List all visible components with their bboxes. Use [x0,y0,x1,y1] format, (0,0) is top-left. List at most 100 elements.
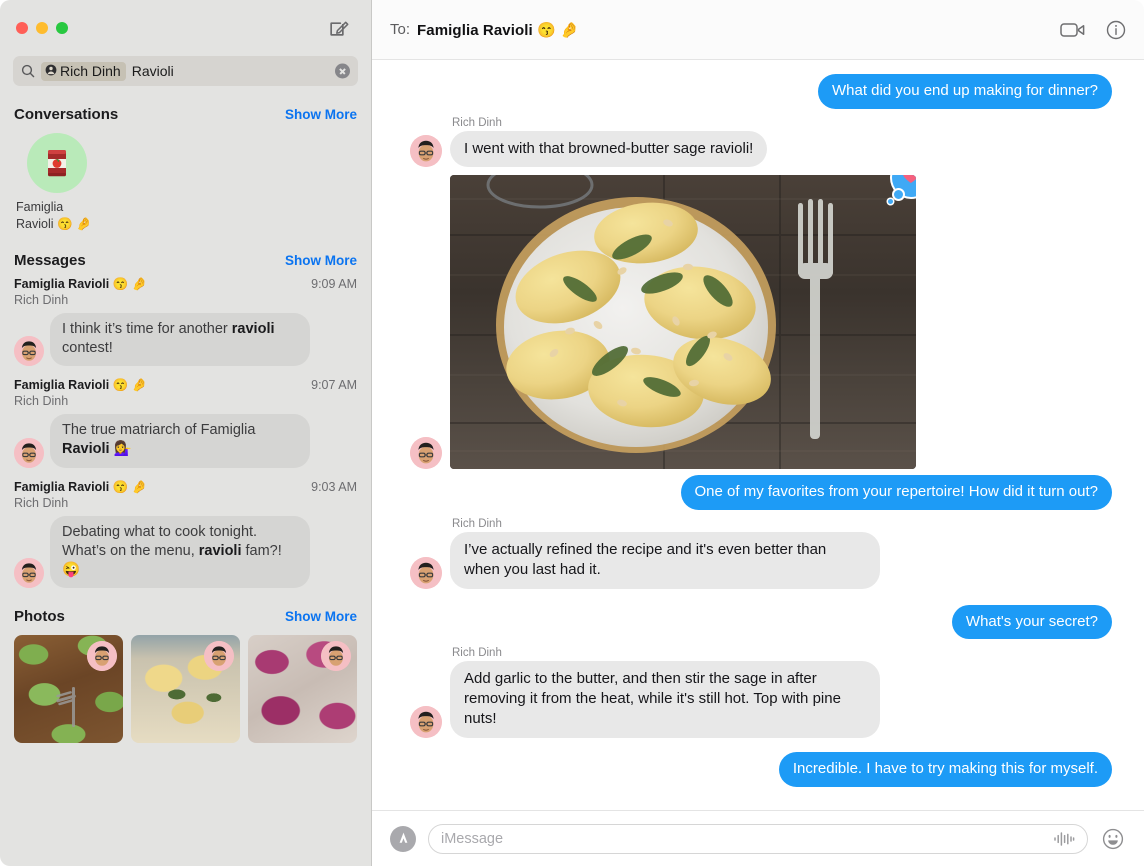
conversation-result-item[interactable]: Famiglia Ravioli 😙 🤌 [14,133,100,232]
emoji-smiley-icon[interactable] [1100,826,1126,852]
search-container: Rich Dinh Ravioli [0,56,371,96]
message-result-time: 9:09 AM [311,277,357,291]
message-result-time: 9:07 AM [311,378,357,393]
result-text-before: The true matriarch of Famiglia [62,422,256,439]
message-composer: iMessage [372,810,1144,866]
result-text-match: Ravioli [62,441,110,458]
photos-results [0,631,371,743]
avatar [410,135,442,168]
search-token-person[interactable]: Rich Dinh [41,61,126,81]
message-result-sender: Rich Dinh [14,293,69,307]
conversation-avatar [27,133,87,193]
message-row-outgoing: Incredible. I have to try making this fo… [388,752,1117,787]
imessage-placeholder: iMessage [441,830,504,847]
message-row-incoming: Add garlic to the butter, and then stir … [388,661,880,739]
messages-window: Rich Dinh Ravioli Conversations Show Mor… [0,0,1144,866]
avatar [87,640,117,671]
message-result-group: Famiglia Ravioli 😙 🤌 [14,277,148,291]
compose-pencil-icon[interactable] [325,14,353,42]
conversations-results: Famiglia Ravioli 😙 🤌 [0,129,371,242]
message-result-group: Famiglia Ravioli 😙 🤌 [14,378,148,393]
message-result-meta: Famiglia Ravioli 😙 🤌 9:03 AM [14,480,357,495]
avatar [204,640,234,671]
zoom-button[interactable] [56,22,68,34]
message-sender-name: Rich Dinh [452,116,502,129]
chat-title[interactable]: Famiglia Ravioli 😙 🤌 [417,21,579,39]
message-result-text: Debating what to cook tonight. What’s on… [45,515,310,589]
message-result-item[interactable]: Famiglia Ravioli 😙 🤌 9:07 AM Rich Dinh T… [0,376,371,477]
message-result-text: The true matriarch of Famiglia Ravioli 💁… [45,414,310,468]
message-result-item[interactable]: Famiglia Ravioli 😙 🤌 9:03 AM Rich Dinh D… [0,478,371,598]
avatar [410,556,442,589]
message-row-attachment [388,175,1114,470]
section-title: Conversations [14,106,119,123]
section-header-messages: Messages Show More [0,242,371,275]
heart-icon [902,175,916,189]
avatar [321,640,351,671]
message-bubble-outgoing[interactable]: What's your secret? [951,604,1117,640]
message-result-time: 9:03 AM [311,479,357,494]
search-token-label: Rich Dinh [60,62,121,79]
avatar [14,557,44,588]
chat-header: To: Famiglia Ravioli 😙 🤌 [372,0,1144,60]
info-circle-icon[interactable] [1106,20,1126,40]
show-more-messages[interactable]: Show More [285,253,357,268]
avatar [14,336,44,367]
message-result-bubble-row: I think it’s time for another ravioli co… [14,313,357,367]
traffic-lights [16,22,68,34]
window-titlebar [0,0,371,56]
person-circle-icon [45,63,57,79]
show-more-photos[interactable]: Show More [285,609,357,624]
message-bubble-outgoing[interactable]: What did you end up making for dinner? [818,74,1116,109]
message-row-outgoing: One of my favorites from your repertoire… [388,475,1116,510]
conversation-name: Famiglia Ravioli 😙 🤌 [16,200,92,231]
chat-pane: To: Famiglia Ravioli 😙 🤌 What did you en… [372,0,1144,866]
photo-thumbnail[interactable] [248,634,357,743]
video-camera-icon[interactable] [1060,21,1086,39]
audio-waveform-icon[interactable] [1053,831,1075,847]
minimize-button[interactable] [36,22,48,34]
message-result-group: Famiglia Ravioli 😙 🤌 [14,479,148,494]
result-text-after: contest! [62,340,113,357]
message-group-incoming: Rich Dinh I went with that browned-butte… [388,111,1114,168]
message-group-incoming: Rich Dinh Add garlic to the butter, and … [388,641,1114,739]
message-bubble-outgoing[interactable]: One of my favorites from your repertoire… [680,475,1116,510]
sidebar: Rich Dinh Ravioli Conversations Show Mor… [0,0,372,866]
show-more-conversations[interactable]: Show More [285,107,357,122]
result-text-match: ravioli [198,542,242,559]
message-result-bubble-row: The true matriarch of Famiglia Ravioli 💁… [14,414,357,468]
search-icon [21,64,35,78]
clear-search-icon[interactable] [335,63,350,79]
app-store-icon[interactable] [390,825,416,852]
section-title: Messages [14,252,86,269]
message-row-incoming: I went with that browned-butter sage rav… [388,130,768,168]
section-title: Photos [14,607,65,625]
to-label: To: [390,21,411,38]
message-result-sender: Rich Dinh [14,495,69,510]
imessage-input[interactable]: iMessage [428,823,1088,854]
message-bubble-incoming[interactable]: Add garlic to the butter, and then stir … [446,661,880,739]
photo-attachment[interactable] [450,175,916,470]
avatar [14,437,44,468]
avatar [410,437,442,470]
message-row-outgoing: What's your secret? [388,604,1117,640]
photo-thumbnail[interactable] [14,634,123,743]
search-query-text: Ravioli [131,63,174,79]
message-result-item[interactable]: Famiglia Ravioli 😙 🤌 9:09 AM Rich Dinh I… [0,275,371,376]
message-bubble-incoming[interactable]: I went with that browned-butter sage rav… [445,130,768,168]
message-row-incoming: I’ve actually refined the recipe and it'… [388,531,880,589]
message-sender-name: Rich Dinh [452,517,502,530]
avatar [410,706,442,739]
result-text-after: 💁‍♀️ [109,441,132,458]
message-bubble-incoming[interactable]: I’ve actually refined the recipe and it'… [446,531,880,589]
photo-thumbnail[interactable] [131,634,240,743]
chat-header-actions [1060,20,1126,40]
tapback-heart-badge[interactable] [888,175,916,205]
message-bubble-outgoing[interactable]: Incredible. I have to try making this fo… [778,752,1117,787]
message-result-sender: Rich Dinh [14,394,69,409]
message-thread: What did you end up making for dinner? R… [372,60,1144,810]
section-header-photos: Photos Show More [0,598,371,631]
close-button[interactable] [16,22,28,34]
search-input[interactable]: Rich Dinh Ravioli [13,56,358,86]
message-result-meta: Famiglia Ravioli 😙 🤌 9:09 AM [14,277,357,292]
